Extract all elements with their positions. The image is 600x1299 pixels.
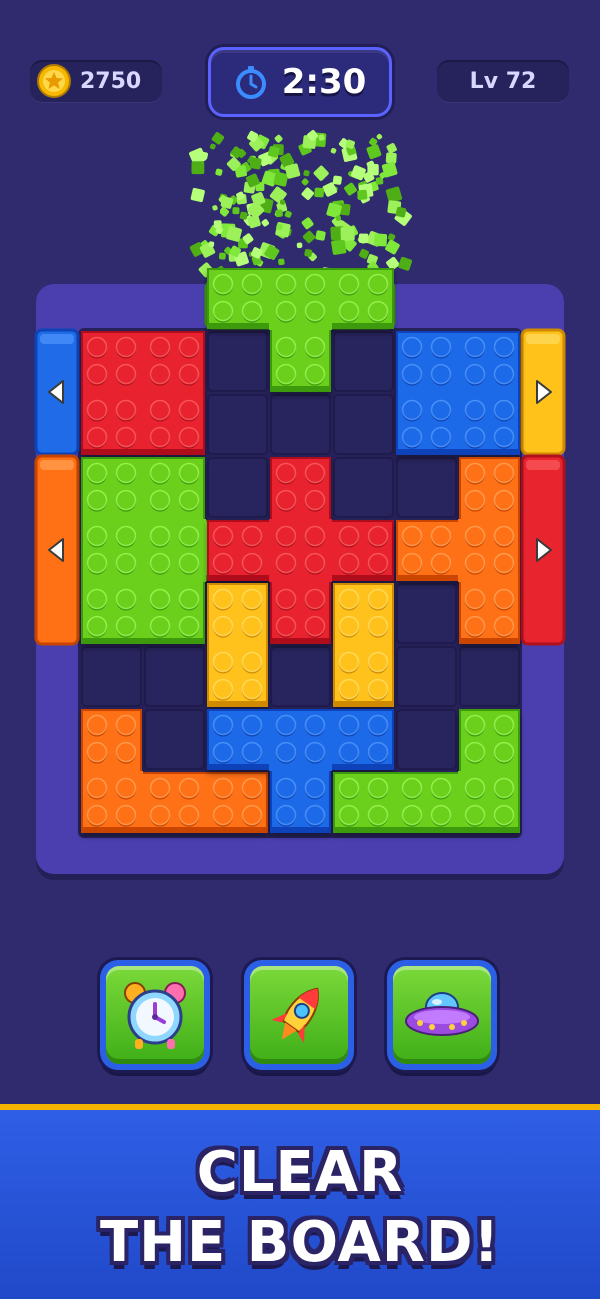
particle — [314, 187, 325, 198]
banner-headline-line-1: CLEAR — [196, 1140, 404, 1205]
board-cell — [396, 646, 457, 707]
particle — [301, 178, 309, 186]
red-square-piece[interactable] — [81, 331, 205, 455]
particle — [385, 239, 400, 255]
particle — [330, 147, 337, 154]
particle — [315, 230, 326, 241]
orange-exit-gate-left — [34, 454, 80, 646]
particle — [249, 157, 262, 170]
particle — [303, 170, 310, 177]
particle — [313, 165, 329, 181]
particle — [218, 252, 226, 260]
board-cell — [81, 646, 142, 707]
level-timer: 2:30 — [208, 47, 392, 117]
particle — [274, 134, 283, 143]
rocket-icon — [271, 987, 319, 1043]
ufo-booster[interactable] — [387, 960, 497, 1070]
promo-banner: CLEAR THE BOARD! — [0, 1104, 600, 1299]
particle — [301, 217, 314, 230]
rocket-booster[interactable] — [244, 960, 354, 1070]
level-label: Lv 72 — [469, 68, 537, 94]
board-cell — [396, 583, 457, 644]
particle — [284, 210, 292, 218]
particle — [332, 175, 342, 185]
particle — [366, 144, 382, 160]
particle — [191, 161, 205, 175]
particle — [301, 187, 314, 200]
green-particles — [189, 130, 413, 290]
board-cell — [270, 394, 331, 455]
banner-headline-line-2: THE BOARD! — [99, 1210, 501, 1275]
particle — [398, 256, 413, 271]
particle — [374, 233, 388, 247]
particle — [344, 182, 357, 196]
particle — [357, 189, 368, 200]
game-screen: 2750 2:30 Lv 72 CLEAR THE BOARD! — [0, 0, 600, 1299]
yellow-exit-gate-right — [520, 328, 566, 456]
board-cell — [396, 457, 457, 518]
particle — [302, 230, 316, 244]
board-cell — [207, 331, 268, 392]
particle — [209, 143, 216, 150]
coin-count: 2750 — [80, 68, 142, 94]
particle — [359, 248, 369, 259]
ufo-icon — [405, 992, 479, 1036]
star-coin-icon — [37, 64, 71, 98]
particle — [211, 132, 225, 145]
yellow-right-bar[interactable] — [333, 583, 394, 707]
board-cell — [333, 457, 394, 518]
board-cell — [270, 646, 331, 707]
level-indicator: Lv 72 — [437, 60, 569, 102]
blue-square-piece[interactable] — [396, 331, 520, 455]
coin-counter: 2750 — [30, 60, 162, 102]
blue-exit-gate-left — [34, 328, 80, 456]
particle — [385, 152, 397, 164]
particle — [275, 222, 291, 238]
timer-value: 2:30 — [281, 62, 367, 102]
particle — [385, 186, 403, 203]
stopwatch-icon — [235, 66, 266, 99]
board-cell — [207, 457, 268, 518]
board-cell — [144, 709, 205, 770]
particle — [261, 219, 269, 227]
board-cell — [459, 646, 520, 707]
board-cell — [144, 646, 205, 707]
board-cell — [207, 394, 268, 455]
particle — [350, 165, 366, 181]
particle — [232, 207, 240, 215]
particle — [386, 143, 397, 154]
particle — [340, 226, 355, 241]
particle — [275, 209, 283, 218]
alarm-clock-icon — [124, 982, 186, 1049]
red-exit-gate-right — [520, 454, 566, 646]
particle — [304, 249, 313, 257]
particle — [278, 258, 285, 266]
particle — [296, 242, 303, 249]
yellow-left-bar[interactable] — [207, 583, 268, 707]
particle — [358, 233, 369, 244]
board-cell — [333, 331, 394, 392]
particle — [331, 239, 347, 255]
particle — [215, 168, 223, 176]
puzzle-board[interactable] — [0, 120, 600, 900]
particle — [376, 133, 383, 140]
particle — [190, 187, 205, 203]
board-cell — [396, 709, 457, 770]
board-cell — [333, 394, 394, 455]
particle — [212, 205, 218, 211]
alarm-clock-booster[interactable] — [100, 960, 210, 1070]
